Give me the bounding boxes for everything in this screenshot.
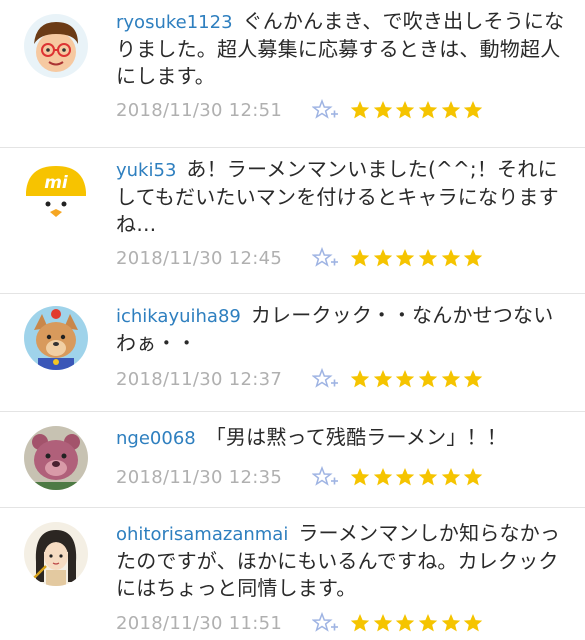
star-icon bbox=[396, 614, 415, 632]
rate-star-plus-icon[interactable] bbox=[312, 465, 342, 489]
comment-username[interactable]: ichikayuiha89 bbox=[116, 306, 241, 327]
comment-list: ryosuke1123 ぐんかんまき、で吹き出しそうになりました。超人募集に応募す… bbox=[0, 0, 585, 640]
star-icon bbox=[373, 468, 392, 486]
comment-item: ohitorisamazanmai ラーメンマンしか知らなかったのですが、ほかにも… bbox=[0, 508, 585, 640]
star-icon bbox=[418, 468, 438, 486]
star-icon bbox=[441, 468, 460, 486]
star-rating bbox=[350, 613, 486, 633]
rate-star-plus-icon[interactable] bbox=[312, 367, 342, 391]
pink-bear-avatar-icon[interactable] bbox=[24, 426, 88, 490]
comment-timestamp: 2018/11/30 12:45 bbox=[116, 247, 283, 269]
star-icon bbox=[441, 249, 460, 267]
comment-username[interactable]: ohitorisamazanmai bbox=[116, 524, 288, 545]
star-icon bbox=[373, 614, 392, 632]
comment-item: ichikayuiha89 カレークック・・なんかせつないわぁ・・ 2018/11… bbox=[0, 294, 585, 412]
rate-star-plus-icon[interactable] bbox=[312, 246, 342, 270]
star-icon bbox=[418, 370, 438, 388]
star-icon bbox=[350, 249, 370, 267]
star-rating bbox=[350, 100, 486, 120]
star-icon bbox=[464, 468, 483, 486]
comment-timestamp: 2018/11/30 12:37 bbox=[116, 368, 283, 390]
comment-item: mi yuki53 あ！ラーメンマンいました(^^;！それにしてもだいたいマンを付… bbox=[0, 148, 585, 294]
star-icon bbox=[464, 370, 483, 388]
comment-username[interactable]: nge0068 bbox=[116, 428, 196, 449]
comment-username[interactable]: ryosuke1123 bbox=[116, 12, 233, 33]
star-icon bbox=[373, 370, 392, 388]
glasses-boy-avatar-icon[interactable] bbox=[24, 14, 88, 78]
star-icon bbox=[441, 370, 460, 388]
star-icon bbox=[418, 249, 438, 267]
rate-star-plus-icon[interactable] bbox=[312, 98, 342, 122]
star-rating bbox=[350, 248, 486, 268]
star-icon bbox=[464, 614, 483, 632]
star-icon bbox=[464, 101, 483, 119]
star-icon bbox=[350, 614, 370, 632]
star-icon bbox=[350, 468, 370, 486]
star-icon bbox=[373, 101, 392, 119]
star-icon bbox=[418, 101, 438, 119]
star-icon bbox=[350, 101, 370, 119]
star-icon bbox=[441, 614, 460, 632]
comment-timestamp: 2018/11/30 11:51 bbox=[116, 612, 283, 634]
star-icon bbox=[441, 101, 460, 119]
star-icon bbox=[396, 101, 415, 119]
comment-timestamp: 2018/11/30 12:51 bbox=[116, 99, 283, 121]
star-icon bbox=[464, 249, 483, 267]
star-rating bbox=[350, 467, 486, 487]
star-icon bbox=[350, 370, 370, 388]
comment-timestamp: 2018/11/30 12:35 bbox=[116, 466, 283, 488]
comment-username[interactable]: yuki53 bbox=[116, 160, 176, 181]
comment-item: nge0068 「男は黙って残酷ラーメン」！！ 2018/11/30 12:35 bbox=[0, 412, 585, 508]
star-icon bbox=[396, 370, 415, 388]
star-icon bbox=[396, 468, 415, 486]
star-icon bbox=[418, 614, 438, 632]
girl-illustration-avatar-icon[interactable] bbox=[24, 522, 88, 586]
comment-item: ryosuke1123 ぐんかんまき、で吹き出しそうになりました。超人募集に応募す… bbox=[0, 0, 585, 148]
rate-star-plus-icon[interactable] bbox=[312, 611, 342, 635]
comment-text: 「男は黙って残酷ラーメン」！！ bbox=[205, 425, 507, 449]
star-rating bbox=[350, 369, 486, 389]
dog-costume-avatar-icon[interactable] bbox=[24, 306, 88, 370]
comment-text: あ！ラーメンマンいました(^^;！それにしてもだいたいマンを付けるとキャラになり… bbox=[116, 157, 559, 236]
star-icon bbox=[396, 249, 415, 267]
svg-text:mi: mi bbox=[44, 173, 69, 193]
yellow-chick-mi-avatar-icon[interactable]: mi bbox=[24, 162, 88, 226]
star-icon bbox=[373, 249, 392, 267]
